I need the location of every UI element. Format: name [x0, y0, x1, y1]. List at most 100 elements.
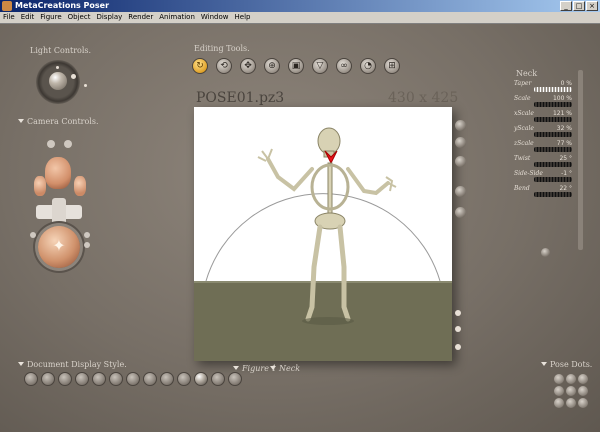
twist-icon[interactable]: ⟲: [216, 58, 232, 74]
extra-style-button[interactable]: [228, 372, 242, 386]
pose-dot[interactable]: [566, 386, 576, 396]
camera-option-1[interactable]: [30, 232, 36, 238]
view-option-4[interactable]: [455, 186, 466, 197]
pose-dots-text: Pose Dots.: [550, 360, 593, 369]
spine: [327, 162, 333, 214]
view-option-2[interactable]: [455, 137, 466, 148]
cartoon-style-button[interactable]: [143, 372, 157, 386]
color-icon[interactable]: ◔: [360, 58, 376, 74]
camera-face-icon[interactable]: [45, 157, 71, 189]
view-dot-2[interactable]: [455, 326, 461, 332]
camera-move-vertical-icon[interactable]: [52, 198, 66, 228]
param-name: Taper: [514, 80, 532, 87]
view-option-3[interactable]: [455, 156, 466, 167]
light-controls-label: Light Controls.: [30, 46, 92, 55]
menu-render[interactable]: Render: [125, 12, 156, 23]
param-value[interactable]: 22 °: [559, 185, 572, 192]
maximize-button[interactable]: □: [573, 1, 585, 11]
param-dial[interactable]: [534, 147, 572, 152]
camera-trackball[interactable]: ✦: [38, 226, 80, 268]
minimize-button[interactable]: _: [560, 1, 572, 11]
pose-dot[interactable]: [554, 386, 564, 396]
param-dial[interactable]: [534, 132, 572, 137]
scale-icon[interactable]: ▣: [288, 58, 304, 74]
pose-dot[interactable]: [554, 398, 564, 408]
light-handle-2[interactable]: [84, 84, 87, 87]
param-dial[interactable]: [534, 87, 572, 92]
flat-shaded-style-button[interactable]: [109, 372, 123, 386]
param-dial[interactable]: [534, 177, 572, 182]
pose-dot[interactable]: [578, 386, 588, 396]
smooth-shaded-style-button[interactable]: [177, 372, 191, 386]
param-value[interactable]: 25 °: [559, 155, 572, 162]
chain-break-icon[interactable]: ∞: [336, 58, 352, 74]
camera-right-hand-icon[interactable]: [74, 176, 86, 196]
parameters-scrollbar[interactable]: [578, 70, 583, 250]
smooth-lined-style-button[interactable]: [211, 372, 225, 386]
lit-wireframe-style-button[interactable]: [92, 372, 106, 386]
param-value[interactable]: 0 %: [561, 80, 572, 87]
menu-edit[interactable]: Edit: [18, 12, 38, 23]
app-icon: [2, 1, 12, 11]
display-style-label[interactable]: Document Display Style.: [18, 360, 127, 369]
view-dot-1[interactable]: [455, 310, 461, 316]
flat-lined-style-button[interactable]: [126, 372, 140, 386]
hidden-line-style-button[interactable]: [75, 372, 89, 386]
menu-object[interactable]: Object: [65, 12, 94, 23]
light-sphere[interactable]: [49, 72, 67, 90]
pose-dots-label[interactable]: Pose Dots.: [541, 360, 592, 369]
cartoon-lined-style-button[interactable]: [160, 372, 174, 386]
param-dial[interactable]: [534, 162, 572, 167]
param-value[interactable]: 121 %: [553, 110, 572, 117]
camera-hand-right-icon[interactable]: [64, 140, 72, 148]
taper-icon[interactable]: ▽: [312, 58, 328, 74]
param-row-yscale: yScale 32 %: [512, 125, 578, 140]
param-dial[interactable]: [534, 192, 572, 197]
camera-left-hand-icon[interactable]: [34, 176, 46, 196]
silhouette-style-button[interactable]: [24, 372, 38, 386]
param-value[interactable]: 32 %: [557, 125, 572, 132]
menu-animation[interactable]: Animation: [156, 12, 198, 23]
scene-svg: [194, 127, 452, 361]
pose-dot[interactable]: [566, 374, 576, 384]
menu-file[interactable]: File: [0, 12, 18, 23]
wireframe-style-button[interactable]: [58, 372, 72, 386]
trackball-star-icon: ✦: [52, 236, 66, 255]
menu-figure[interactable]: Figure: [37, 12, 64, 23]
menu-bar: File Edit Figure Object Display Render A…: [0, 12, 600, 24]
close-button[interactable]: ×: [586, 1, 598, 11]
view-option-1[interactable]: [455, 120, 466, 131]
right-arm: [266, 157, 314, 192]
light-handle-1[interactable]: [71, 74, 76, 79]
translate-in-out-icon[interactable]: ⊕: [264, 58, 280, 74]
translate-icon[interactable]: ✥: [240, 58, 256, 74]
texture-shaded-style-button[interactable]: [194, 372, 208, 386]
grouping-icon[interactable]: ⊞: [384, 58, 400, 74]
param-row-twist: Twist 25 °: [512, 155, 578, 170]
parameters-dot[interactable]: [541, 248, 550, 257]
display-style-text: Document Display Style.: [27, 360, 127, 369]
param-value[interactable]: 77 %: [557, 140, 572, 147]
pose-dot[interactable]: [578, 374, 588, 384]
view-option-5[interactable]: [455, 207, 466, 218]
rotate-icon[interactable]: ↻: [192, 58, 208, 74]
camera-option-2[interactable]: [84, 232, 90, 238]
part-selector[interactable]: Neck: [270, 364, 300, 373]
param-value[interactable]: -1 °: [561, 170, 572, 177]
camera-hand-left-icon[interactable]: [47, 140, 55, 148]
param-dial[interactable]: [534, 117, 572, 122]
pose-dot[interactable]: [554, 374, 564, 384]
view-dot-3[interactable]: [455, 344, 461, 350]
light-handle-3[interactable]: [56, 66, 59, 69]
param-dial[interactable]: [534, 102, 572, 107]
camera-option-3[interactable]: [84, 242, 90, 248]
menu-window[interactable]: Window: [198, 12, 232, 23]
outline-style-button[interactable]: [41, 372, 55, 386]
menu-help[interactable]: Help: [232, 12, 254, 23]
param-value[interactable]: 100 %: [553, 95, 572, 102]
camera-controls-label[interactable]: Camera Controls.: [18, 117, 99, 126]
menu-display[interactable]: Display: [93, 12, 125, 23]
pose-dot[interactable]: [566, 398, 576, 408]
document-viewport[interactable]: [194, 107, 452, 361]
pose-dot[interactable]: [578, 398, 588, 408]
